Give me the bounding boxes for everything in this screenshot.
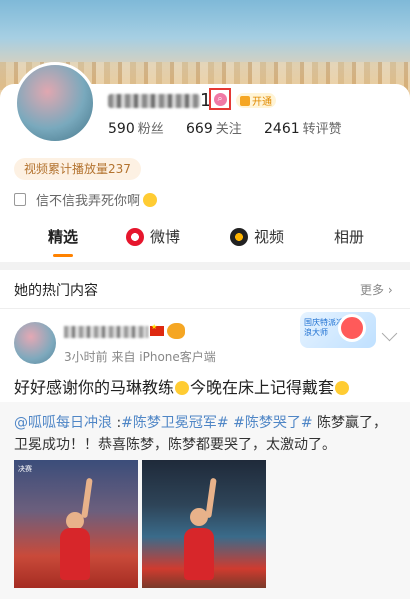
weibo-icon <box>126 227 144 246</box>
post-text: 好好感谢你的马琳教练 今晚在床上记得戴套 <box>14 374 394 398</box>
tab-video[interactable]: 视频 <box>230 226 284 247</box>
signature: 信不信我弄死你啊 <box>14 190 158 209</box>
post-avatar[interactable] <box>14 322 56 364</box>
hashtag-link[interactable]: #陈梦哭了# <box>233 415 312 431</box>
post-meta: 3小时前 来自 iPhone客户端 <box>64 350 216 364</box>
crown-icon <box>240 95 250 106</box>
more-link[interactable]: 更多 › <box>360 281 393 298</box>
stat-following[interactable]: 669 关注 <box>186 118 242 137</box>
vip-badge[interactable]: 开通 <box>236 93 276 108</box>
mascot-icon <box>338 314 366 342</box>
mention-link[interactable]: @呱呱每日冲浪 <box>14 415 112 431</box>
hot-content-title: 她的热门内容 <box>14 283 98 299</box>
fish-badge-icon <box>167 323 185 339</box>
smile-emoji-icon <box>335 381 350 395</box>
event-badge[interactable]: 国庆特派冲浪大师 <box>300 312 376 348</box>
profile-tabs: 精选 微博 视频 相册 <box>0 226 410 250</box>
hashtag-link[interactable]: #陈梦卫冕冠军# <box>121 415 228 431</box>
search-badge-icon[interactable]: ⌕ <box>209 88 231 110</box>
china-flag-icon <box>150 323 164 336</box>
edit-icon <box>14 193 26 206</box>
profile-name-blurred <box>108 94 200 108</box>
smile-emoji-icon <box>175 381 190 395</box>
divider <box>0 308 410 309</box>
tab-weibo[interactable]: 微博 <box>126 226 180 247</box>
post-author-blurred[interactable] <box>64 326 148 338</box>
repost-photo[interactable] <box>142 460 266 588</box>
profile-avatar[interactable] <box>14 62 96 144</box>
active-tab-indicator <box>53 254 73 257</box>
smile-emoji-icon <box>143 192 158 207</box>
stat-fans[interactable]: 590 粉丝 <box>108 118 164 137</box>
play-count-badge[interactable]: 视频累计播放量237 <box>14 158 141 180</box>
section-divider <box>0 262 410 270</box>
repost-text: @呱呱每日冲浪 :#陈梦卫冕冠军# #陈梦哭了# 陈梦赢了，卫冕成功！！恭喜陈梦… <box>14 415 388 453</box>
tab-album[interactable]: 相册 <box>334 226 364 247</box>
tab-featured[interactable]: 精选 <box>48 226 78 247</box>
video-icon <box>230 227 248 246</box>
repost-photo[interactable]: 决赛 <box>14 460 138 588</box>
stat-reposts[interactable]: 2461 转评赞 <box>264 118 342 137</box>
